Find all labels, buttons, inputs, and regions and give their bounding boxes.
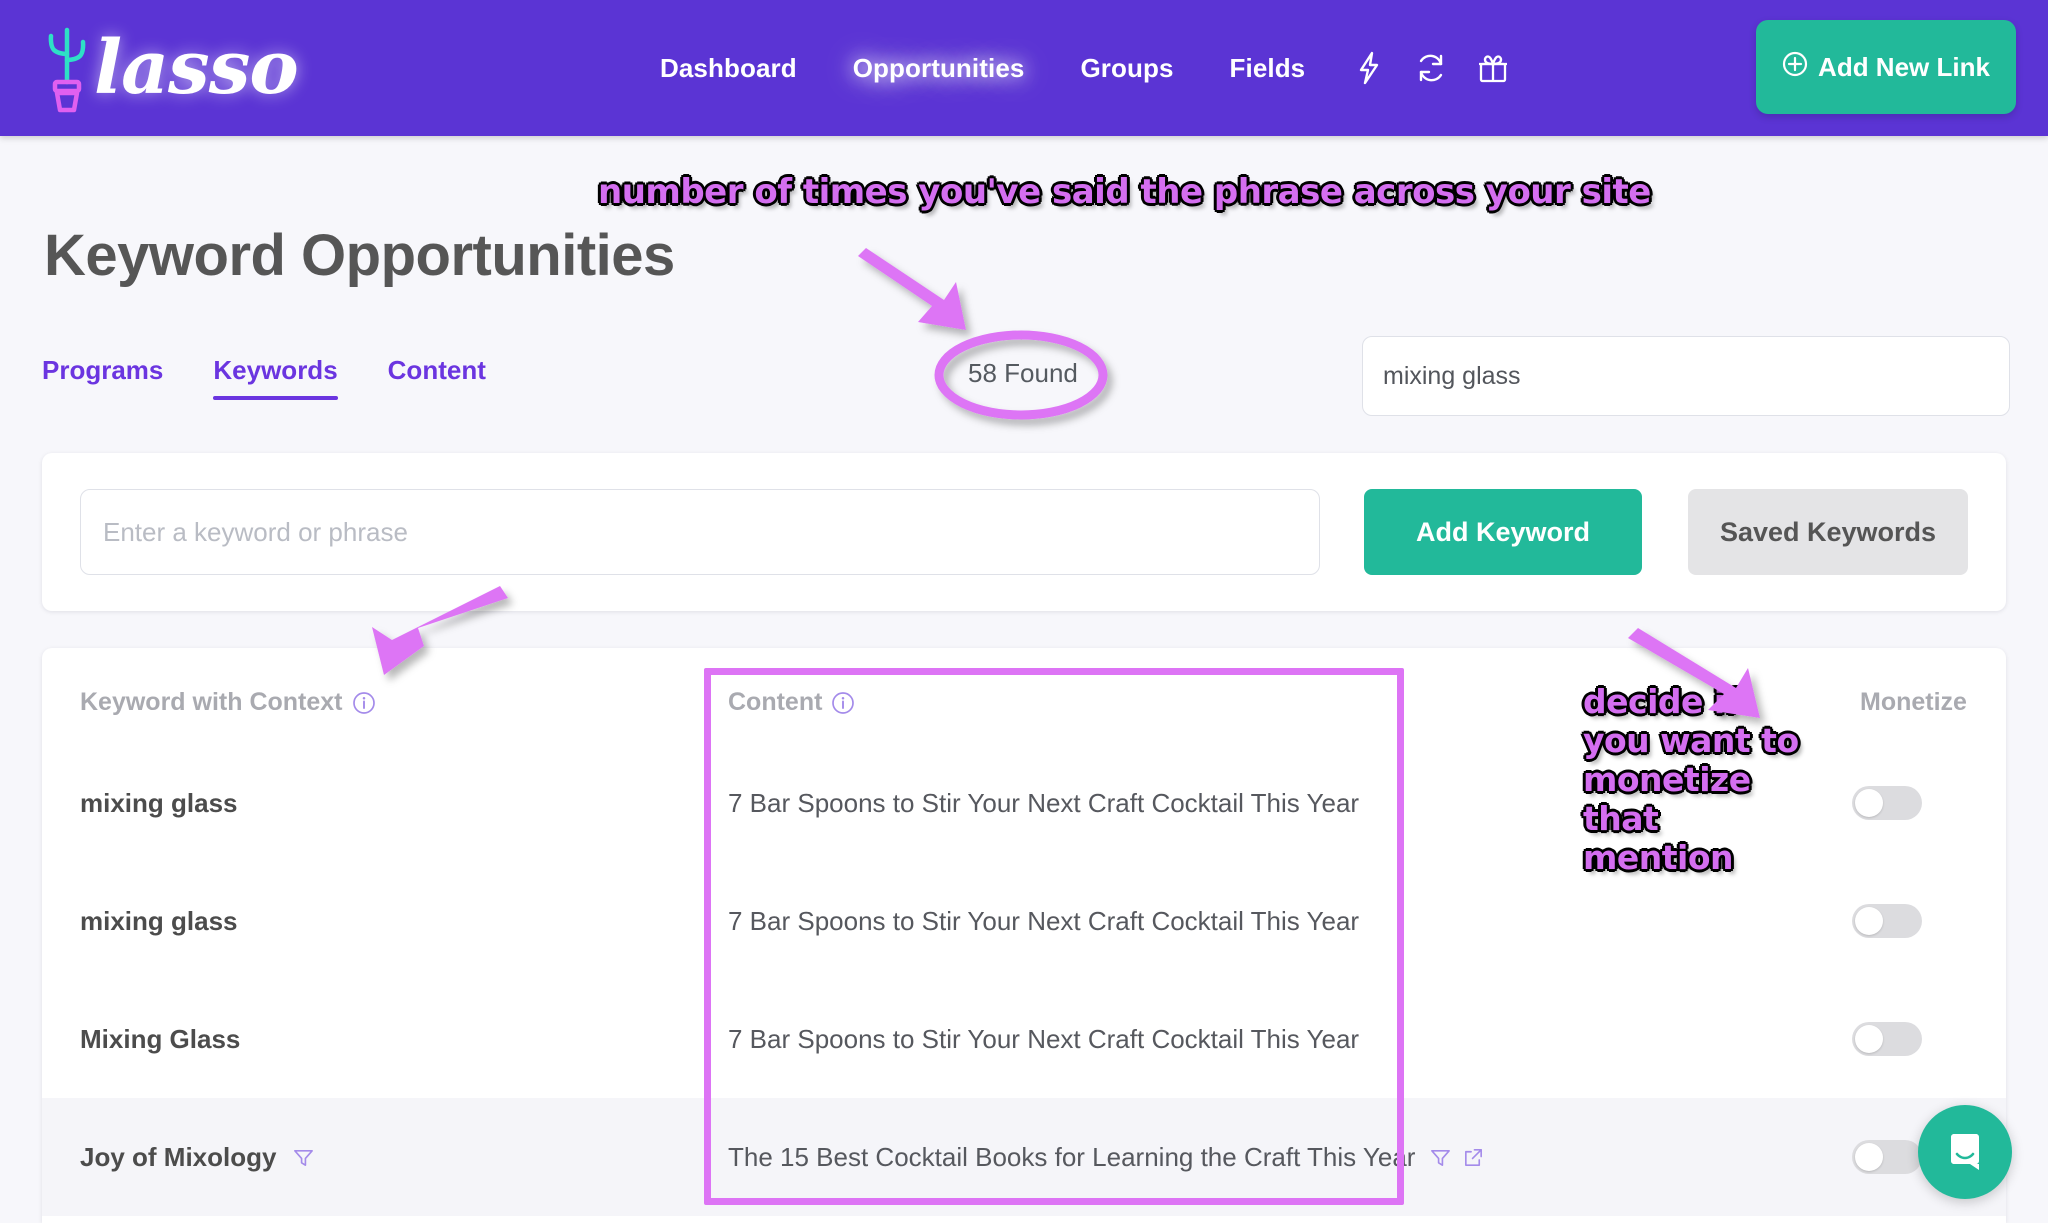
annotation-top-note: number of times you've said the phrase a… — [598, 172, 1651, 212]
cactus-logo-icon — [36, 20, 98, 116]
table-row[interactable]: Joy of Mixology The 15 Best Cocktail Boo… — [42, 1098, 2006, 1216]
sync-refresh-icon[interactable] — [1414, 51, 1448, 85]
cell-keyword: Mixing Glass — [80, 980, 240, 1098]
tab-programs[interactable]: Programs — [42, 355, 163, 400]
column-header-monetize: Monetize — [1860, 688, 1967, 716]
tab-keywords[interactable]: Keywords — [213, 355, 338, 400]
filter-funnel-icon[interactable] — [292, 1146, 315, 1169]
cell-content: 7 Bar Spoons to Stir Your Next Craft Coc… — [728, 744, 1359, 862]
intercom-chat-button[interactable] — [1918, 1105, 2012, 1199]
nav-icon-group — [1352, 0, 1510, 136]
content-title: 7 Bar Spoons to Stir Your Next Craft Coc… — [728, 1023, 1360, 1054]
content-title: The 15 Best Cocktail Books for Learning … — [728, 1141, 1416, 1172]
column-header-keyword-label: Keyword with Context — [80, 688, 343, 716]
external-link-icon[interactable] — [1462, 1146, 1485, 1169]
add-keyword-button[interactable]: Add Keyword — [1364, 489, 1642, 575]
plus-circle-icon — [1782, 51, 1808, 84]
cell-content: 7 Bar Spoons to Stir Your Next Craft Coc… — [728, 862, 1359, 980]
opportunity-tabs: Programs Keywords Content — [42, 355, 486, 400]
keyword-input[interactable] — [80, 489, 1320, 575]
column-header-content: Content — [728, 688, 855, 717]
filter-funnel-icon[interactable] — [1429, 1146, 1452, 1169]
monetize-toggle[interactable] — [1852, 1140, 1922, 1174]
info-circle-icon[interactable] — [352, 691, 376, 715]
brand-logo[interactable]: lasso — [36, 8, 299, 128]
intercom-chat-icon — [1940, 1125, 1990, 1180]
table-row[interactable]: mixing glass 7 Bar Spoons to Stir Your N… — [42, 862, 2006, 980]
toggle-knob — [1855, 1025, 1883, 1053]
gift-icon[interactable] — [1476, 51, 1510, 85]
table-header-row: Keyword with Context Content Monetize — [42, 648, 2006, 744]
cell-keyword: mixing glass — [80, 744, 238, 862]
found-count-label: 58 Found — [968, 358, 1078, 388]
content-title: 7 Bar Spoons to Stir Your Next Craft Coc… — [728, 905, 1360, 936]
add-keyword-card: Add Keyword Saved Keywords — [42, 453, 2006, 611]
nav-link-dashboard[interactable]: Dashboard — [660, 53, 797, 84]
cell-monetize — [1852, 862, 1922, 980]
cell-keyword: Joy of Mixology — [80, 1098, 315, 1216]
toggle-knob — [1855, 1143, 1883, 1171]
arrow-to-found-count — [858, 248, 966, 330]
monetize-toggle[interactable] — [1852, 1022, 1922, 1056]
page-title: Keyword Opportunities — [44, 223, 675, 288]
cell-monetize — [1852, 980, 1922, 1098]
keyword-text: mixing glass — [80, 905, 238, 936]
keyword-text: Mixing Glass — [80, 1023, 241, 1054]
column-header-keyword-with-context: Keyword with Context — [80, 688, 376, 717]
top-navigation-bar: lasso Dashboard Opportunities Groups Fie… — [0, 0, 2048, 136]
nav-link-opportunities[interactable]: Opportunities — [853, 53, 1025, 84]
add-new-link-label: Add New Link — [1818, 51, 1990, 82]
column-header-content-label: Content — [728, 688, 823, 716]
tab-content[interactable]: Content — [388, 355, 486, 400]
saved-keywords-button[interactable]: Saved Keywords — [1688, 489, 1968, 575]
cell-monetize — [1852, 744, 1922, 862]
toggle-knob — [1855, 789, 1883, 817]
primary-nav: Dashboard Opportunities Groups Fields — [660, 0, 1305, 136]
monetize-toggle[interactable] — [1852, 786, 1922, 820]
nav-link-groups[interactable]: Groups — [1080, 53, 1173, 84]
brand-wordmark: lasso — [94, 25, 299, 111]
keywords-table: Keyword with Context Content Monetize mi… — [42, 648, 2006, 1223]
content-title: 7 Bar Spoons to Stir Your Next Craft Coc… — [728, 787, 1360, 818]
toggle-knob — [1855, 907, 1883, 935]
lightning-bolt-icon[interactable] — [1352, 51, 1386, 85]
table-row[interactable]: Mixing Glass 7 Bar Spoons to Stir Your N… — [42, 980, 2006, 1098]
cell-content: The 15 Best Cocktail Books for Learning … — [728, 1098, 1485, 1216]
add-new-link-button[interactable]: Add New Link — [1756, 20, 2016, 114]
monetize-toggle[interactable] — [1852, 904, 1922, 938]
keyword-text: Joy of Mixology — [80, 1141, 277, 1172]
app-root: lasso Dashboard Opportunities Groups Fie… — [0, 0, 2048, 1223]
cell-keyword: mixing glass — [80, 862, 238, 980]
top-search-input[interactable] — [1362, 336, 2010, 416]
nav-link-fields[interactable]: Fields — [1230, 53, 1306, 84]
cell-content: 7 Bar Spoons to Stir Your Next Craft Coc… — [728, 980, 1359, 1098]
table-row[interactable]: mixing glass 7 Bar Spoons to Stir Your N… — [42, 744, 2006, 862]
cell-monetize — [1852, 1098, 1922, 1216]
keyword-text: mixing glass — [80, 787, 238, 818]
content-row-icons — [1429, 1146, 1485, 1169]
info-circle-icon[interactable] — [831, 691, 855, 715]
